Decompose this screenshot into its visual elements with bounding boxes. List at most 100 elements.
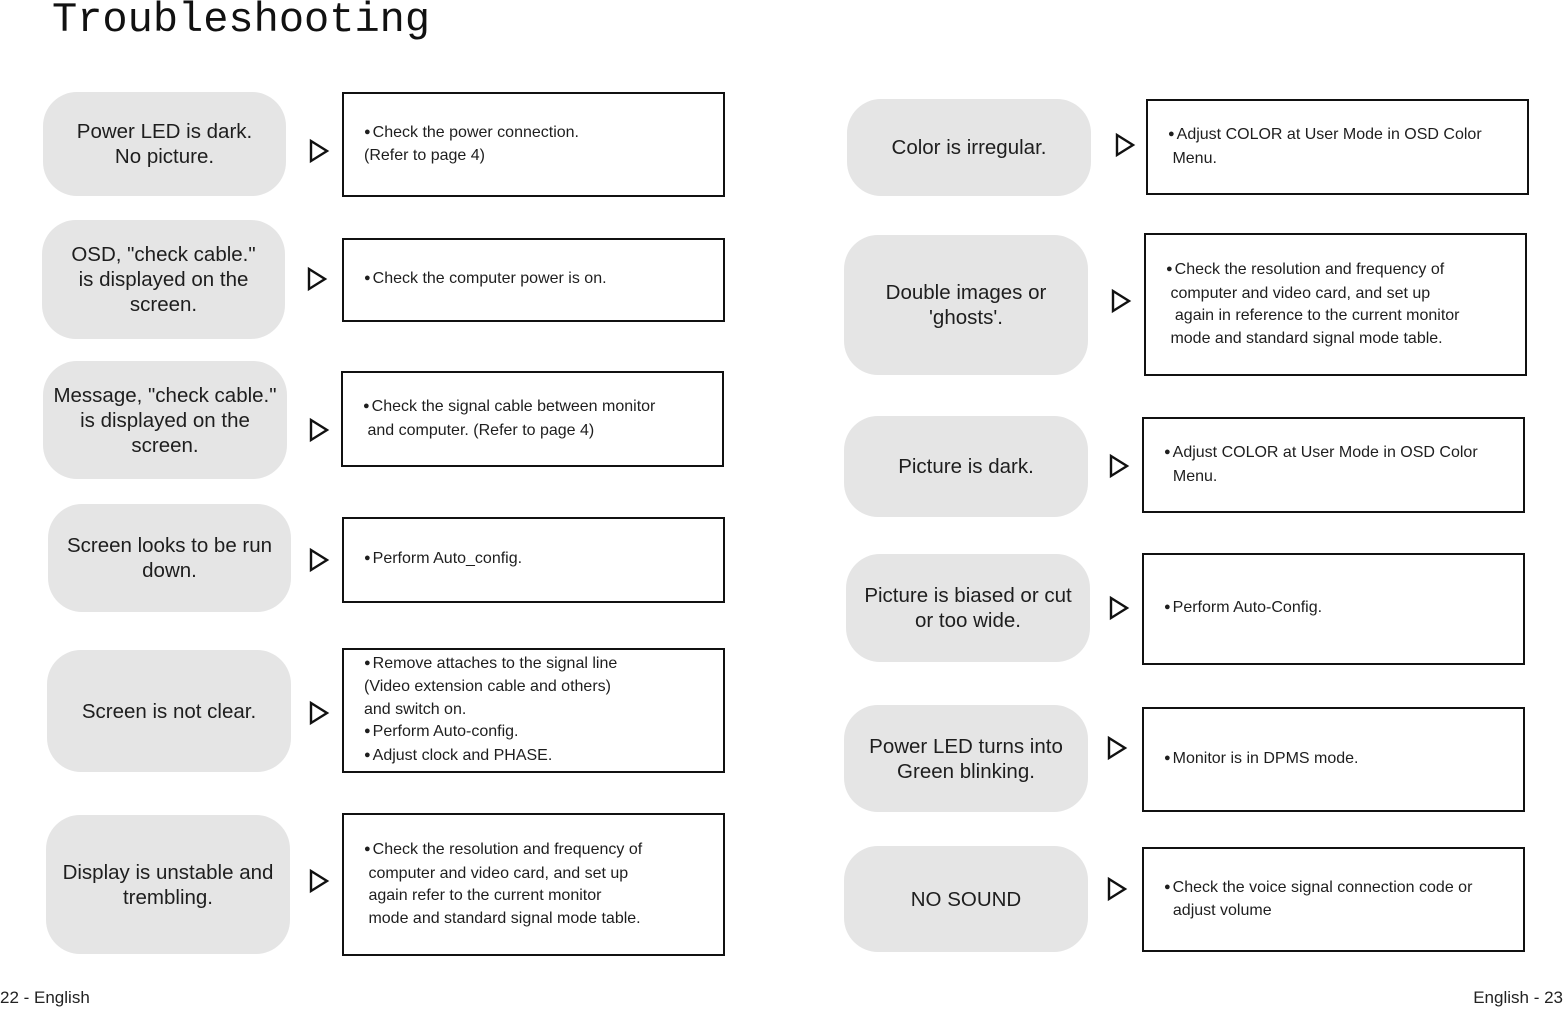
solution-text: Adjust COLOR at User Mode in OSD Color bbox=[1176, 126, 1482, 143]
solution-text: mode and standard signal mode table. bbox=[1166, 329, 1443, 347]
solution-line: Menu. bbox=[1164, 466, 1523, 489]
solution-text: computer and video card, and set up bbox=[364, 864, 629, 882]
solution-box: ● Check the resolution and frequency of c… bbox=[342, 813, 725, 956]
solution-text: Menu. bbox=[1164, 467, 1218, 485]
solution-text: Check the power connection. bbox=[372, 123, 579, 141]
bullet-icon: ● bbox=[1164, 751, 1171, 764]
solution-line: ● Monitor is in DPMS mode. bbox=[1164, 748, 1523, 772]
solution-line: ● Perform Auto-config. bbox=[364, 721, 723, 745]
solution-box: ● Perform Auto-Config. bbox=[1142, 553, 1525, 665]
page-number-right: English - 23 bbox=[1473, 988, 1563, 1007]
arrow-right-icon bbox=[308, 417, 330, 443]
symptom-box: Screen is not clear. bbox=[47, 650, 291, 772]
solution-line: ● Check the computer power is on. bbox=[364, 268, 723, 292]
solution-text: and computer. (Refer to page 4) bbox=[363, 421, 595, 439]
arrow-right-icon bbox=[308, 700, 330, 726]
solution-line: mode and standard signal mode table. bbox=[364, 908, 723, 931]
solution-box: ● Remove attaches to the signal line (Vide… bbox=[342, 648, 725, 773]
solution-line: and switch on. bbox=[364, 699, 723, 722]
solution-box: ● Monitor is in DPMS mode. bbox=[1142, 707, 1525, 812]
solution-text: Check the resolution and frequency of bbox=[1174, 261, 1445, 278]
bullet-icon: ● bbox=[364, 843, 371, 855]
solution-text: Remove attaches to the signal line bbox=[372, 654, 618, 672]
solution-line: ● Check the signal cable between monitor bbox=[363, 396, 722, 420]
solution-text: Check the signal cable between monitor bbox=[371, 398, 656, 415]
arrow-right-icon bbox=[308, 547, 330, 573]
arrow-right-icon bbox=[1108, 595, 1130, 621]
arrow-right-icon bbox=[308, 868, 330, 894]
solution-text: computer and video card, and set up bbox=[1166, 284, 1431, 302]
solution-text: Check the computer power is on. bbox=[372, 270, 607, 288]
solution-text: and switch on. bbox=[364, 700, 467, 718]
solution-line: Menu. bbox=[1168, 148, 1527, 171]
solution-box: ● Adjust COLOR at User Mode in OSD Color … bbox=[1142, 417, 1525, 513]
solution-line: ● Perform Auto_config. bbox=[364, 548, 723, 572]
symptom-box: Message, "check cable." is displayed on … bbox=[43, 361, 287, 479]
solution-text: Perform Auto-config. bbox=[372, 723, 519, 741]
symptom-box: Screen looks to be run down. bbox=[48, 504, 291, 612]
solution-line: adjust volume bbox=[1164, 900, 1523, 923]
solution-line: computer and video card, and set up bbox=[1166, 283, 1525, 306]
solution-text: Perform Auto_config. bbox=[372, 550, 523, 568]
bullet-icon: ● bbox=[364, 748, 371, 761]
symptom-box: Double images or 'ghosts'. bbox=[844, 235, 1088, 375]
solution-text: again in reference to the current monito… bbox=[1166, 307, 1460, 324]
solution-line: mode and standard signal mode table. bbox=[1166, 328, 1525, 351]
solution-line: (Video extension cable and others) bbox=[364, 676, 723, 699]
symptom-box: Power LED turns into Green blinking. bbox=[844, 705, 1088, 812]
solution-line: ● Check the resolution and frequency of bbox=[1166, 259, 1525, 283]
solution-box: ● Check the power connection. (Refer to pa… bbox=[342, 92, 725, 197]
arrow-right-icon bbox=[1106, 735, 1128, 761]
symptom-box: Display is unstable and trembling. bbox=[46, 815, 290, 954]
solution-text: Adjust clock and PHASE. bbox=[372, 746, 553, 764]
bullet-icon: ● bbox=[364, 656, 371, 669]
bullet-icon: ● bbox=[1164, 446, 1171, 458]
solution-box: ● Adjust COLOR at User Mode in OSD Color … bbox=[1146, 99, 1529, 195]
solution-line: ● Adjust COLOR at User Mode in OSD Color bbox=[1168, 124, 1527, 148]
bullet-icon: ● bbox=[1164, 880, 1171, 893]
symptom-box: Picture is dark. bbox=[844, 416, 1088, 517]
solution-line: ● Adjust COLOR at User Mode in OSD Color bbox=[1164, 442, 1523, 466]
solution-box: ● Check the resolution and frequency of c… bbox=[1144, 233, 1527, 376]
solution-line: ● Check the resolution and frequency of bbox=[364, 839, 723, 863]
solution-text: Monitor is in DPMS mode. bbox=[1172, 749, 1359, 767]
solution-line: ● Perform Auto-Config. bbox=[1164, 597, 1523, 621]
solution-box: ● Perform Auto_config. bbox=[342, 517, 725, 603]
symptom-box: Power LED is dark. No picture. bbox=[43, 92, 286, 196]
solution-text: adjust volume bbox=[1164, 902, 1272, 919]
solution-text: (Refer to page 4) bbox=[364, 147, 485, 164]
solution-box: ● Check the voice signal connection code … bbox=[1142, 847, 1525, 952]
page-title: Troubleshooting bbox=[52, 0, 431, 44]
solution-text: Check the voice signal connection code o… bbox=[1172, 878, 1473, 896]
solution-line: again in reference to the current monito… bbox=[1166, 305, 1525, 328]
symptom-box: OSD, "check cable." is displayed on the … bbox=[42, 220, 285, 339]
solution-text: Menu. bbox=[1168, 149, 1217, 167]
solution-box: ● Check the signal cable between monitor … bbox=[341, 371, 724, 467]
solution-line: ● Check the voice signal connection code … bbox=[1164, 877, 1523, 901]
arrow-right-icon bbox=[308, 138, 330, 164]
arrow-right-icon bbox=[1114, 132, 1136, 158]
bullet-icon: ● bbox=[1164, 601, 1171, 614]
solution-line: ● Adjust clock and PHASE. bbox=[364, 745, 723, 769]
solution-text: Check the resolution and frequency of bbox=[372, 841, 643, 858]
bullet-icon: ● bbox=[1168, 128, 1175, 140]
symptom-box: Picture is biased or cut or too wide. bbox=[846, 554, 1090, 662]
bullet-icon: ● bbox=[363, 400, 370, 412]
symptom-box: Color is irregular. bbox=[847, 99, 1091, 196]
solution-text: mode and standard signal mode table. bbox=[364, 909, 641, 927]
solution-line: computer and video card, and set up bbox=[364, 863, 723, 886]
solution-box: ● Check the computer power is on. bbox=[342, 238, 725, 322]
page-number-left: 22 - English bbox=[0, 988, 90, 1007]
solution-text: again refer to the current monitor bbox=[364, 887, 602, 904]
arrow-right-icon bbox=[306, 266, 328, 292]
bullet-icon: ● bbox=[364, 552, 371, 565]
arrow-right-icon bbox=[1110, 288, 1132, 314]
solution-text: Adjust COLOR at User Mode in OSD Color bbox=[1172, 444, 1478, 461]
solution-text: Perform Auto-Config. bbox=[1172, 599, 1323, 617]
bullet-icon: ● bbox=[364, 125, 371, 138]
symptom-box: NO SOUND bbox=[844, 846, 1088, 952]
solution-line: ● Remove attaches to the signal line bbox=[364, 653, 723, 677]
bullet-icon: ● bbox=[364, 272, 371, 285]
solution-line: ● Check the power connection. bbox=[364, 122, 723, 146]
arrow-right-icon bbox=[1108, 453, 1130, 479]
